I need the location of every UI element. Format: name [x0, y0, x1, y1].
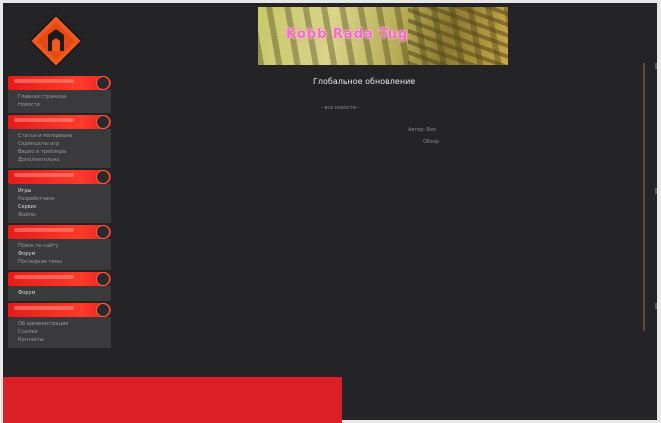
sidebar-section-header-5[interactable] [8, 272, 111, 286]
sidebar-item[interactable]: Скриншоты игр [8, 140, 111, 148]
sidebar-item[interactable]: Поиск по сайту [8, 242, 111, 250]
section-toggle-icon[interactable] [96, 303, 110, 317]
section-toggle-icon[interactable] [96, 115, 110, 129]
scrollbar-mark[interactable] [655, 303, 657, 309]
sidebar: Главная страница Новости Статьи и матери… [8, 74, 111, 350]
sidebar-item[interactable]: Об администрации [8, 320, 111, 328]
sidebar-item[interactable]: Игры [8, 187, 111, 195]
section-header-label [14, 173, 74, 177]
sidebar-section-3: Игры Разработчики Сервис Файлы [8, 184, 111, 223]
sidebar-item[interactable]: Видео и трейлеры [8, 148, 111, 156]
section-header-label [14, 118, 74, 122]
section-toggle-icon[interactable] [96, 76, 110, 90]
section-toggle-icon[interactable] [96, 170, 110, 184]
sidebar-item[interactable]: Ссылки [8, 328, 111, 336]
header-banner[interactable]: Kobb Rada Tug [258, 7, 508, 65]
content-divider [643, 63, 645, 331]
section-header-label [14, 275, 74, 279]
sidebar-item[interactable]: Форум [8, 289, 111, 297]
sidebar-item[interactable]: Последние темы [8, 258, 111, 266]
sidebar-item[interactable]: Дополнительно [8, 156, 111, 164]
sidebar-item[interactable]: Главная страница [8, 93, 111, 101]
banner-text: Kobb Rada Tug [286, 27, 409, 42]
sidebar-item[interactable]: Статьи и материалы [8, 132, 111, 140]
section-header-label [14, 228, 74, 232]
banner-texture-right [408, 7, 508, 65]
page-title: Глобальное обновление [313, 77, 416, 86]
post-author: Автор: Ben [408, 127, 437, 133]
scrollbar-mark[interactable] [655, 188, 657, 194]
section-header-label [14, 306, 74, 310]
sidebar-section-1: Главная страница Новости [8, 90, 111, 113]
sidebar-section-6: Об администрации Ссылки Контакты [8, 317, 111, 348]
sidebar-item[interactable]: Новости [8, 101, 111, 109]
logo-icon [28, 13, 84, 69]
page-frame: Kobb Rada Tug Главная страница Новости С… [3, 3, 657, 420]
scrollbar-mark[interactable] [655, 63, 657, 69]
section-header-label [14, 79, 74, 83]
sidebar-section-4: Поиск по сайту Форум Последние темы [8, 239, 111, 270]
sidebar-section-2: Статьи и материалы Скриншоты игр Видео и… [8, 129, 111, 168]
section-toggle-icon[interactable] [96, 272, 110, 286]
sidebar-section-header-3[interactable] [8, 170, 111, 184]
section-toggle-icon[interactable] [96, 225, 110, 239]
sidebar-item[interactable]: Контакты [8, 336, 111, 344]
sidebar-section-5: Форум [8, 286, 111, 301]
all-news-link[interactable]: - все новости - [321, 105, 359, 111]
sidebar-section-header-2[interactable] [8, 115, 111, 129]
sidebar-item[interactable]: Разработчики [8, 195, 111, 203]
sidebar-section-header-4[interactable] [8, 225, 111, 239]
sidebar-item[interactable]: Форум [8, 250, 111, 258]
sidebar-section-header-1[interactable] [8, 76, 111, 90]
site-logo[interactable] [28, 13, 84, 69]
sidebar-section-header-6[interactable] [8, 303, 111, 317]
bottom-red-block [3, 377, 342, 423]
post-meta[interactable]: Обзор [423, 139, 439, 145]
sidebar-item[interactable]: Сервис [8, 203, 111, 211]
sidebar-item[interactable]: Файлы [8, 211, 111, 219]
